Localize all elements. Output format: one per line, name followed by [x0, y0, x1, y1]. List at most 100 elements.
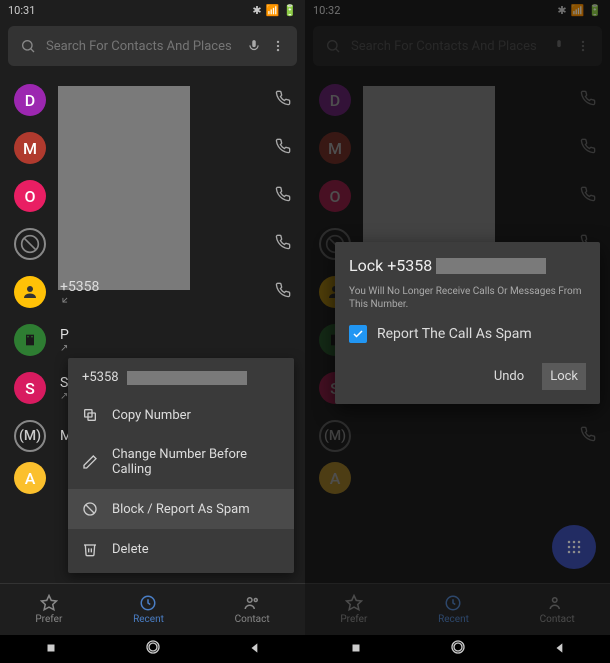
nav-label: Contact: [235, 614, 270, 625]
phone-icon[interactable]: [275, 90, 291, 110]
list-item[interactable]: D: [0, 76, 305, 124]
menu-number: +5358: [82, 370, 119, 385]
avatar: A: [14, 462, 46, 494]
dialog-checkbox-row[interactable]: Report The Call As Spam: [349, 325, 586, 343]
avatar: O: [14, 180, 46, 212]
block-dialog: Lock +5358 You Will No Longer Receive Ca…: [335, 242, 600, 404]
call-number: +5358: [60, 279, 261, 295]
block-icon: [82, 501, 98, 517]
list-item[interactable]: +5358: [0, 268, 305, 316]
signal-icon: 📶: [266, 4, 280, 17]
undo-button[interactable]: Undo: [486, 363, 532, 390]
phone-icon[interactable]: [275, 138, 291, 158]
phone-left: 10:31 ✱ 📶 🔋 D M: [0, 0, 305, 663]
avatar: D: [319, 84, 351, 116]
mic-icon[interactable]: [552, 39, 566, 53]
nav-home-icon[interactable]: [145, 639, 161, 659]
more-icon[interactable]: [576, 39, 590, 53]
nav-label: Recent: [133, 614, 164, 625]
dialpad-fab[interactable]: [552, 525, 596, 569]
dialog-title: Lock +5358: [349, 256, 586, 275]
status-time: 10:32: [313, 4, 340, 17]
phone-icon[interactable]: [580, 426, 596, 446]
menu-label: Change Number Before Calling: [112, 447, 280, 477]
blocked-icon: [14, 228, 46, 260]
redacted-inline: [127, 371, 247, 385]
search-icon: [20, 38, 36, 54]
search-bar[interactable]: [313, 26, 602, 66]
list-item[interactable]: M: [0, 124, 305, 172]
list-item[interactable]: D: [305, 76, 610, 124]
list-item[interactable]: O: [305, 172, 610, 220]
list-item[interactable]: P ↗: [0, 316, 305, 364]
status-bar: 10:32 ✱ 📶 🔋: [305, 0, 610, 20]
bottom-nav: Prefer Recent Contact: [305, 583, 610, 635]
nav-back-icon[interactable]: [553, 640, 567, 659]
status-bar: 10:31 ✱ 📶 🔋: [0, 0, 305, 20]
bluetooth-icon: ✱: [557, 4, 566, 17]
avatar: [14, 276, 46, 308]
phone-icon[interactable]: [580, 90, 596, 110]
nav-home-icon[interactable]: [450, 639, 466, 659]
search-icon: [325, 38, 341, 54]
nav-label: Contact: [540, 614, 575, 625]
avatar: D: [14, 84, 46, 116]
row-title: P: [60, 327, 291, 343]
phone-icon[interactable]: [275, 282, 291, 302]
bluetooth-icon: ✱: [252, 4, 261, 17]
phone-icon[interactable]: [580, 186, 596, 206]
list-item[interactable]: O: [0, 172, 305, 220]
dialog-subtitle: You Will No Longer Receive Calls Or Mess…: [349, 285, 586, 311]
avatar: S: [14, 372, 46, 404]
nav-contact[interactable]: Contact: [540, 594, 575, 625]
nav-label: Prefer: [35, 614, 62, 625]
nav-recents-icon[interactable]: [349, 640, 363, 659]
context-menu: +5358 Copy Number Change Number Before C…: [68, 358, 294, 573]
menu-delete[interactable]: Delete: [68, 529, 294, 569]
redacted-inline: [436, 258, 546, 274]
menu-block-report[interactable]: Block / Report As Spam: [68, 489, 294, 529]
avatar: [14, 324, 46, 356]
menu-label: Block / Report As Spam: [112, 502, 250, 517]
copy-icon: [82, 407, 98, 423]
nav-back-icon[interactable]: [248, 640, 262, 659]
nav-label: Prefer: [340, 614, 367, 625]
report-spam-checkbox[interactable]: [349, 325, 367, 343]
search-input[interactable]: [351, 39, 542, 54]
signal-icon: 📶: [571, 4, 585, 17]
menu-copy-number[interactable]: Copy Number: [68, 395, 294, 435]
more-icon[interactable]: [271, 39, 285, 53]
dialog-actions: Undo Lock: [349, 363, 586, 390]
nav-prefer[interactable]: Prefer: [35, 594, 62, 625]
list-item[interactable]: M: [305, 124, 610, 172]
battery-icon: 🔋: [588, 4, 602, 17]
list-item[interactable]: (M): [305, 412, 610, 460]
avatar: O: [319, 180, 351, 212]
status-time: 10:31: [8, 4, 35, 17]
menu-label: Copy Number: [112, 408, 191, 423]
avatar: A: [319, 462, 351, 494]
menu-label: Delete: [112, 542, 149, 557]
system-nav: [0, 635, 305, 663]
list-item[interactable]: A: [305, 460, 610, 502]
status-icons: ✱ 📶 🔋: [252, 4, 297, 17]
phone-icon[interactable]: [275, 186, 291, 206]
trash-icon: [82, 541, 98, 557]
search-input[interactable]: [46, 39, 237, 54]
nav-recent[interactable]: Recent: [133, 594, 164, 625]
lock-button[interactable]: Lock: [542, 363, 586, 390]
list-item[interactable]: [0, 220, 305, 268]
nav-recent[interactable]: Recent: [438, 594, 469, 625]
nav-contact[interactable]: Contact: [235, 594, 270, 625]
menu-edit-number[interactable]: Change Number Before Calling: [68, 435, 294, 489]
phone-icon[interactable]: [580, 138, 596, 158]
nav-recents-icon[interactable]: [44, 640, 58, 659]
nav-label: Recent: [438, 614, 469, 625]
avatar: M: [14, 132, 46, 164]
menu-header: +5358: [68, 370, 294, 395]
avatar: (M): [319, 420, 351, 452]
phone-icon[interactable]: [275, 234, 291, 254]
nav-prefer[interactable]: Prefer: [340, 594, 367, 625]
mic-icon[interactable]: [247, 39, 261, 53]
search-bar[interactable]: [8, 26, 297, 66]
